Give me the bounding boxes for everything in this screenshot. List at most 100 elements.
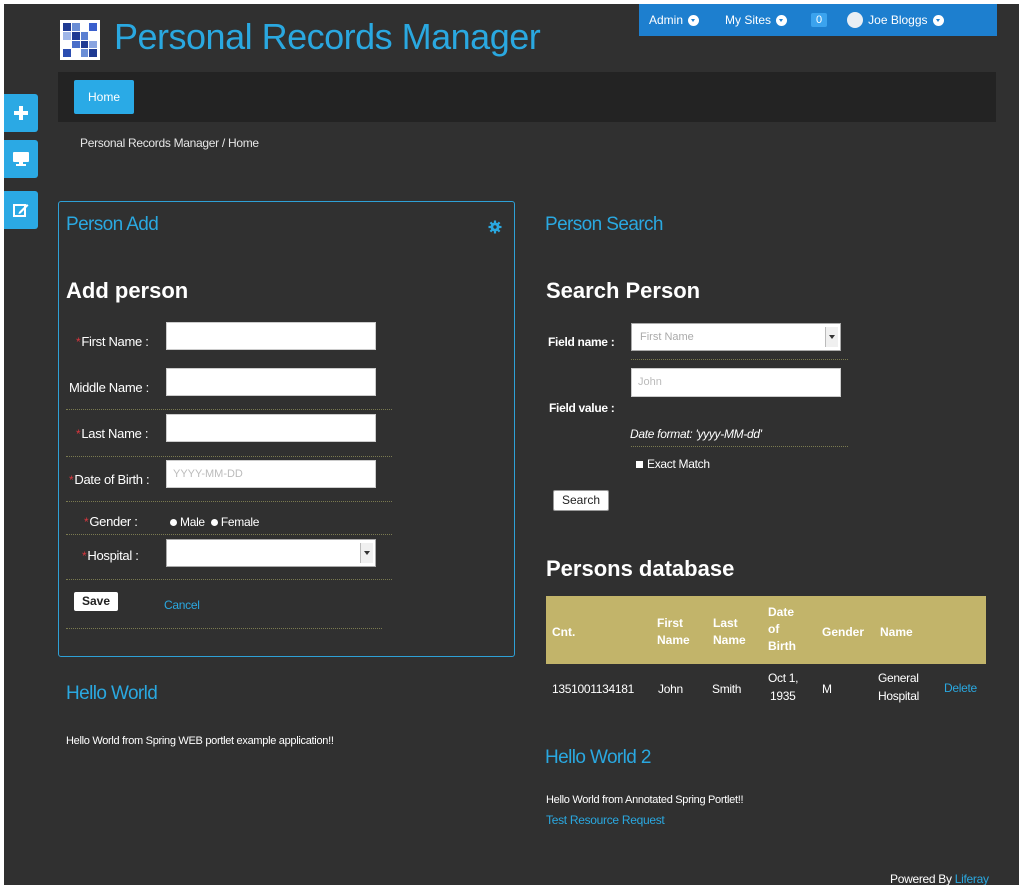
radio-icon bbox=[170, 519, 177, 527]
first-name-label: First Name : bbox=[81, 334, 149, 349]
col-cnt: Cnt. bbox=[552, 625, 576, 639]
middle-name-input[interactable] bbox=[166, 368, 376, 396]
cancel-link[interactable]: Cancel bbox=[164, 598, 200, 612]
user-name: Joe Bloggs bbox=[868, 13, 928, 27]
divider bbox=[66, 534, 392, 535]
required-mark: * bbox=[82, 549, 87, 563]
preview-button[interactable] bbox=[4, 140, 38, 178]
cell-first-name: John bbox=[658, 682, 683, 696]
first-name-row: *First Name : bbox=[66, 322, 392, 362]
plus-icon bbox=[14, 106, 28, 120]
divider bbox=[66, 628, 382, 629]
save-button[interactable]: Save bbox=[74, 592, 119, 611]
breadcrumb[interactable]: Personal Records Manager / Home bbox=[80, 136, 259, 150]
gender-male-label: Male bbox=[180, 515, 205, 529]
gender-female-radio[interactable]: Female bbox=[210, 515, 260, 529]
dob-label: Date of Birth : bbox=[74, 472, 150, 487]
middle-name-label: Middle Name : bbox=[69, 380, 149, 395]
test-resource-request-link[interactable]: Test Resource Request bbox=[546, 813, 665, 827]
nav-home-tab[interactable]: Home bbox=[74, 80, 135, 114]
delete-link[interactable]: Delete bbox=[944, 681, 977, 695]
required-mark: * bbox=[69, 473, 74, 487]
hello-world-2-text: Hello World from Annotated Spring Portle… bbox=[546, 794, 744, 806]
add-button[interactable] bbox=[4, 94, 38, 132]
dob-row: *Date of Birth : YYYY-MM-DD bbox=[66, 460, 392, 500]
hello-world-text: Hello World from Spring WEB portlet exam… bbox=[66, 735, 334, 747]
middle-name-row: Middle Name : bbox=[66, 368, 392, 408]
my-sites-menu[interactable]: My Sites bbox=[725, 13, 788, 27]
search-button[interactable]: Search bbox=[553, 490, 610, 511]
gender-row: *Gender : Male Female bbox=[66, 504, 392, 544]
edit-icon bbox=[13, 204, 29, 217]
divider bbox=[631, 359, 848, 360]
cell-cnt: 1351001134181 bbox=[552, 682, 634, 696]
divider bbox=[631, 446, 848, 447]
last-name-label: Last Name : bbox=[81, 426, 149, 441]
table-header bbox=[546, 596, 986, 664]
required-mark: * bbox=[76, 427, 81, 441]
col-name: Name bbox=[880, 625, 913, 639]
hello-world-2-title: Hello World 2 bbox=[545, 747, 652, 768]
powered-by: Powered By Liferay bbox=[890, 872, 989, 885]
edit-controls-button[interactable] bbox=[4, 191, 38, 229]
exact-match-label: Exact Match bbox=[647, 457, 710, 471]
field-name-label: Field name : bbox=[548, 335, 615, 349]
chevron-down-icon bbox=[825, 327, 838, 347]
notification-count: 0 bbox=[811, 13, 828, 27]
divider bbox=[66, 456, 392, 457]
cell-hospital-1: General bbox=[878, 671, 919, 685]
portal-page: Personal Records Manager Admin My Sites … bbox=[4, 4, 1019, 885]
divider bbox=[66, 501, 392, 502]
persons-database-heading: Persons database bbox=[546, 556, 735, 581]
chevron-down-icon bbox=[932, 14, 944, 26]
gear-icon[interactable] bbox=[488, 220, 502, 234]
cell-dob-2: 1935 bbox=[770, 689, 796, 703]
required-mark: * bbox=[76, 335, 81, 349]
divider bbox=[66, 579, 392, 580]
field-name-select[interactable]: First Name bbox=[631, 323, 841, 351]
cell-hospital-2: Hospital bbox=[878, 689, 919, 703]
col-first-1: First bbox=[657, 616, 684, 630]
col-last-2: Name bbox=[713, 633, 746, 647]
field-value-input[interactable]: John bbox=[631, 368, 841, 397]
hospital-select[interactable] bbox=[166, 539, 376, 567]
date-format-hint: Date format: 'yyyy-MM-dd' bbox=[630, 427, 762, 441]
admin-menu[interactable]: Admin bbox=[649, 13, 700, 27]
dob-input[interactable]: YYYY-MM-DD bbox=[166, 460, 376, 488]
user-menu[interactable]: Joe Bloggs bbox=[847, 12, 944, 28]
person-add-title: Person Add bbox=[66, 214, 159, 235]
col-dob-2: of bbox=[768, 622, 780, 636]
search-person-heading: Search Person bbox=[546, 278, 701, 303]
admin-label: Admin bbox=[649, 13, 684, 27]
chevron-down-icon bbox=[776, 14, 788, 26]
col-dob-1: Date bbox=[768, 605, 795, 619]
liferay-link[interactable]: Liferay bbox=[955, 872, 989, 885]
col-gender: Gender bbox=[822, 625, 865, 639]
last-name-row: *Last Name : bbox=[66, 414, 392, 454]
required-mark: * bbox=[84, 515, 89, 529]
logo-icon[interactable] bbox=[60, 20, 100, 60]
add-person-heading: Add person bbox=[66, 278, 189, 303]
col-last-1: Last bbox=[713, 616, 738, 630]
first-name-input[interactable] bbox=[166, 322, 376, 350]
last-name-input[interactable] bbox=[166, 414, 376, 442]
gender-female-label: Female bbox=[220, 515, 260, 529]
monitor-icon bbox=[13, 152, 29, 166]
exact-match-checkbox[interactable]: Exact Match bbox=[636, 457, 710, 471]
hospital-row: *Hospital : bbox=[66, 539, 392, 579]
my-sites-label: My Sites bbox=[725, 13, 772, 27]
notifications-button[interactable]: 0 bbox=[811, 13, 828, 27]
avatar bbox=[847, 12, 864, 28]
chevron-down-icon bbox=[360, 543, 373, 563]
divider bbox=[66, 409, 392, 410]
col-first-2: Name bbox=[657, 633, 690, 647]
field-value-label: Field value : bbox=[549, 401, 615, 415]
cell-dob-1: Oct 1, bbox=[768, 671, 799, 685]
cell-gender: M bbox=[822, 682, 832, 696]
main-nav: Home bbox=[58, 72, 996, 122]
radio-icon bbox=[210, 519, 218, 527]
powered-by-label: Powered By bbox=[890, 872, 952, 885]
gender-male-radio[interactable]: Male bbox=[170, 515, 205, 529]
cell-last-name: Smith bbox=[712, 682, 742, 696]
hello-world-title: Hello World bbox=[66, 683, 158, 704]
